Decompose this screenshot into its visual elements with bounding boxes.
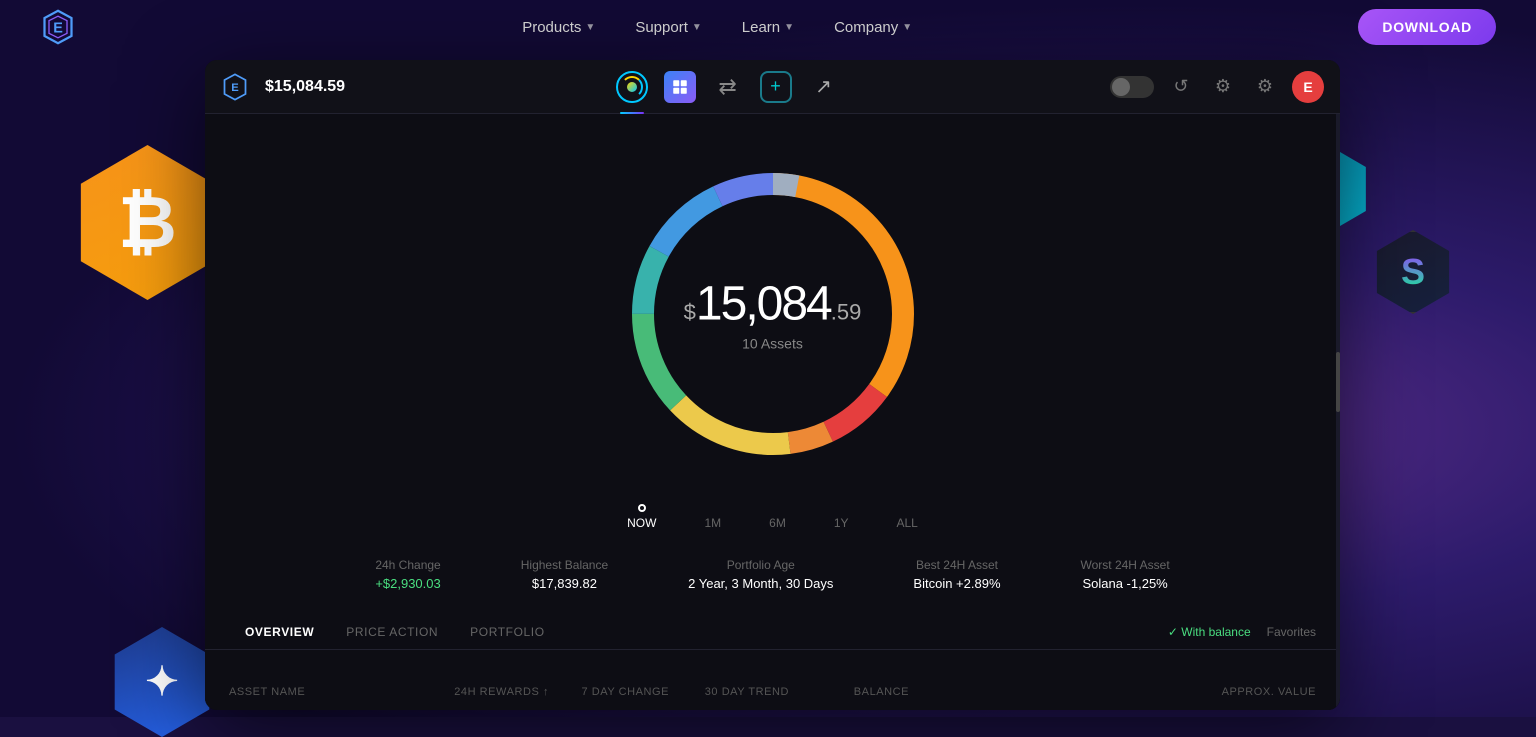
- time-now[interactable]: NOW: [603, 500, 680, 534]
- history-icon: ↺: [1173, 76, 1188, 97]
- nav-support[interactable]: Support ▼: [619, 11, 717, 44]
- toolbar-tabs: ⇄ + ↗: [345, 65, 1110, 109]
- nav-products[interactable]: Products ▼: [506, 11, 611, 44]
- stat-best-24h: Best 24H Asset Bitcoin +2.89%: [913, 558, 1000, 591]
- scroll-thumb[interactable]: [1336, 352, 1340, 412]
- favorites-filter[interactable]: Favorites: [1267, 625, 1316, 639]
- th-30day-trend: 30 DAY TREND: [669, 686, 789, 698]
- th-asset-name: ASSET NAME: [229, 686, 429, 698]
- svg-text:E: E: [53, 20, 63, 36]
- donut-center-value: $ 15,084 .59 10 Assets: [684, 277, 862, 352]
- donut-chart: $ 15,084 .59 10 Assets: [603, 144, 943, 484]
- logo-icon: E: [40, 9, 76, 45]
- swap-icon: ⇄: [718, 74, 736, 100]
- preferences-button[interactable]: ⚙: [1250, 72, 1280, 102]
- time-dot-icon: [638, 504, 646, 512]
- settings-button[interactable]: ⚙: [1208, 72, 1238, 102]
- time-1m[interactable]: 1M: [680, 500, 745, 534]
- app-content: $ 15,084 .59 10 Assets NOW 1M 6M: [205, 114, 1340, 710]
- tab-price-action[interactable]: PRICE ACTION: [330, 619, 454, 645]
- top-navigation: E Products ▼ Support ▼ Learn ▼ Company ▼…: [0, 0, 1536, 54]
- toolbar-right: ↺ ⚙ ⚙ E: [1110, 71, 1324, 103]
- toolbar-balance: $15,084.59: [265, 78, 345, 96]
- app-toolbar: E $15,084.59: [205, 60, 1340, 114]
- cardano-hex-icon: ✦: [107, 627, 217, 737]
- wallet-circle-icon: [616, 71, 648, 103]
- th-7day-change: 7 DAY CHANGE: [549, 686, 669, 698]
- content-tabs: OVERVIEW PRICE ACTION PORTFOLIO ✓ With b…: [205, 614, 1340, 650]
- add-asset-icon: +: [760, 71, 792, 103]
- asset-table-header: ASSET NAME 24H REWARDS ↑ 7 DAY CHANGE 30…: [205, 674, 1340, 710]
- logo[interactable]: E: [40, 9, 76, 45]
- history-button[interactable]: ↺: [1166, 72, 1196, 102]
- filter-options: ✓ With balance Favorites: [1168, 625, 1316, 639]
- nav-learn[interactable]: Learn ▼: [726, 11, 810, 44]
- download-button[interactable]: DOWNLOAD: [1358, 9, 1496, 45]
- time-period-selector: NOW 1M 6M 1Y ALL: [603, 500, 942, 534]
- tab-portfolio[interactable]: [658, 65, 702, 109]
- time-6m[interactable]: 6M: [745, 500, 810, 534]
- stat-worst-24h: Worst 24H Asset Solana -1,25%: [1081, 558, 1170, 591]
- nav-links: Products ▼ Support ▼ Learn ▼ Company ▼: [506, 11, 928, 44]
- tab-wallet[interactable]: [610, 65, 654, 109]
- tab-overview[interactable]: OVERVIEW: [229, 619, 330, 645]
- solana-decoration: S: [1371, 230, 1456, 315]
- portfolio-stats: 24h Change +$2,930.03 Highest Balance $1…: [205, 550, 1340, 599]
- bitcoin-hex-icon: ₿: [70, 145, 225, 300]
- scroll-indicator: [1336, 114, 1340, 710]
- products-chevron-icon: ▼: [585, 22, 595, 33]
- company-chevron-icon: ▼: [902, 22, 912, 33]
- toolbar-logo: E: [221, 73, 249, 101]
- svg-text:E: E: [231, 82, 239, 94]
- tab-add-asset[interactable]: +: [754, 65, 798, 109]
- tab-swap[interactable]: ⇄: [706, 65, 750, 109]
- time-all[interactable]: ALL: [873, 500, 942, 534]
- tab-chart[interactable]: ↗: [802, 65, 846, 109]
- nav-company[interactable]: Company ▼: [818, 11, 928, 44]
- toolbar-logo-icon: E: [221, 73, 249, 101]
- tab-portfolio[interactable]: PORTFOLIO: [454, 619, 561, 645]
- with-balance-filter[interactable]: ✓ With balance: [1168, 625, 1251, 639]
- stat-highest-balance: Highest Balance $17,839.82: [521, 558, 608, 591]
- settings-icon: ⚙: [1215, 76, 1231, 97]
- support-chevron-icon: ▼: [692, 22, 702, 33]
- chart-trend-icon: ↗: [815, 74, 832, 99]
- th-approx-value: APPROX. VALUE: [909, 686, 1316, 698]
- portfolio-icon: [664, 71, 696, 103]
- app-window: E $15,084.59: [205, 60, 1340, 710]
- preferences-icon: ⚙: [1257, 76, 1273, 97]
- learn-chevron-icon: ▼: [784, 22, 794, 33]
- th-balance: BALANCE: [789, 686, 909, 698]
- toggle-switch[interactable]: [1110, 76, 1154, 98]
- solana-hex-icon: S: [1371, 230, 1455, 314]
- user-avatar[interactable]: E: [1292, 71, 1324, 103]
- assets-count-label: 10 Assets: [684, 336, 862, 352]
- time-1y[interactable]: 1Y: [810, 500, 873, 534]
- stat-portfolio-age: Portfolio Age 2 Year, 3 Month, 30 Days: [688, 558, 833, 591]
- stat-24h-change: 24h Change +$2,930.03: [375, 558, 440, 591]
- toggle-thumb: [1112, 78, 1130, 96]
- th-24h-rewards: 24H REWARDS ↑: [429, 686, 549, 698]
